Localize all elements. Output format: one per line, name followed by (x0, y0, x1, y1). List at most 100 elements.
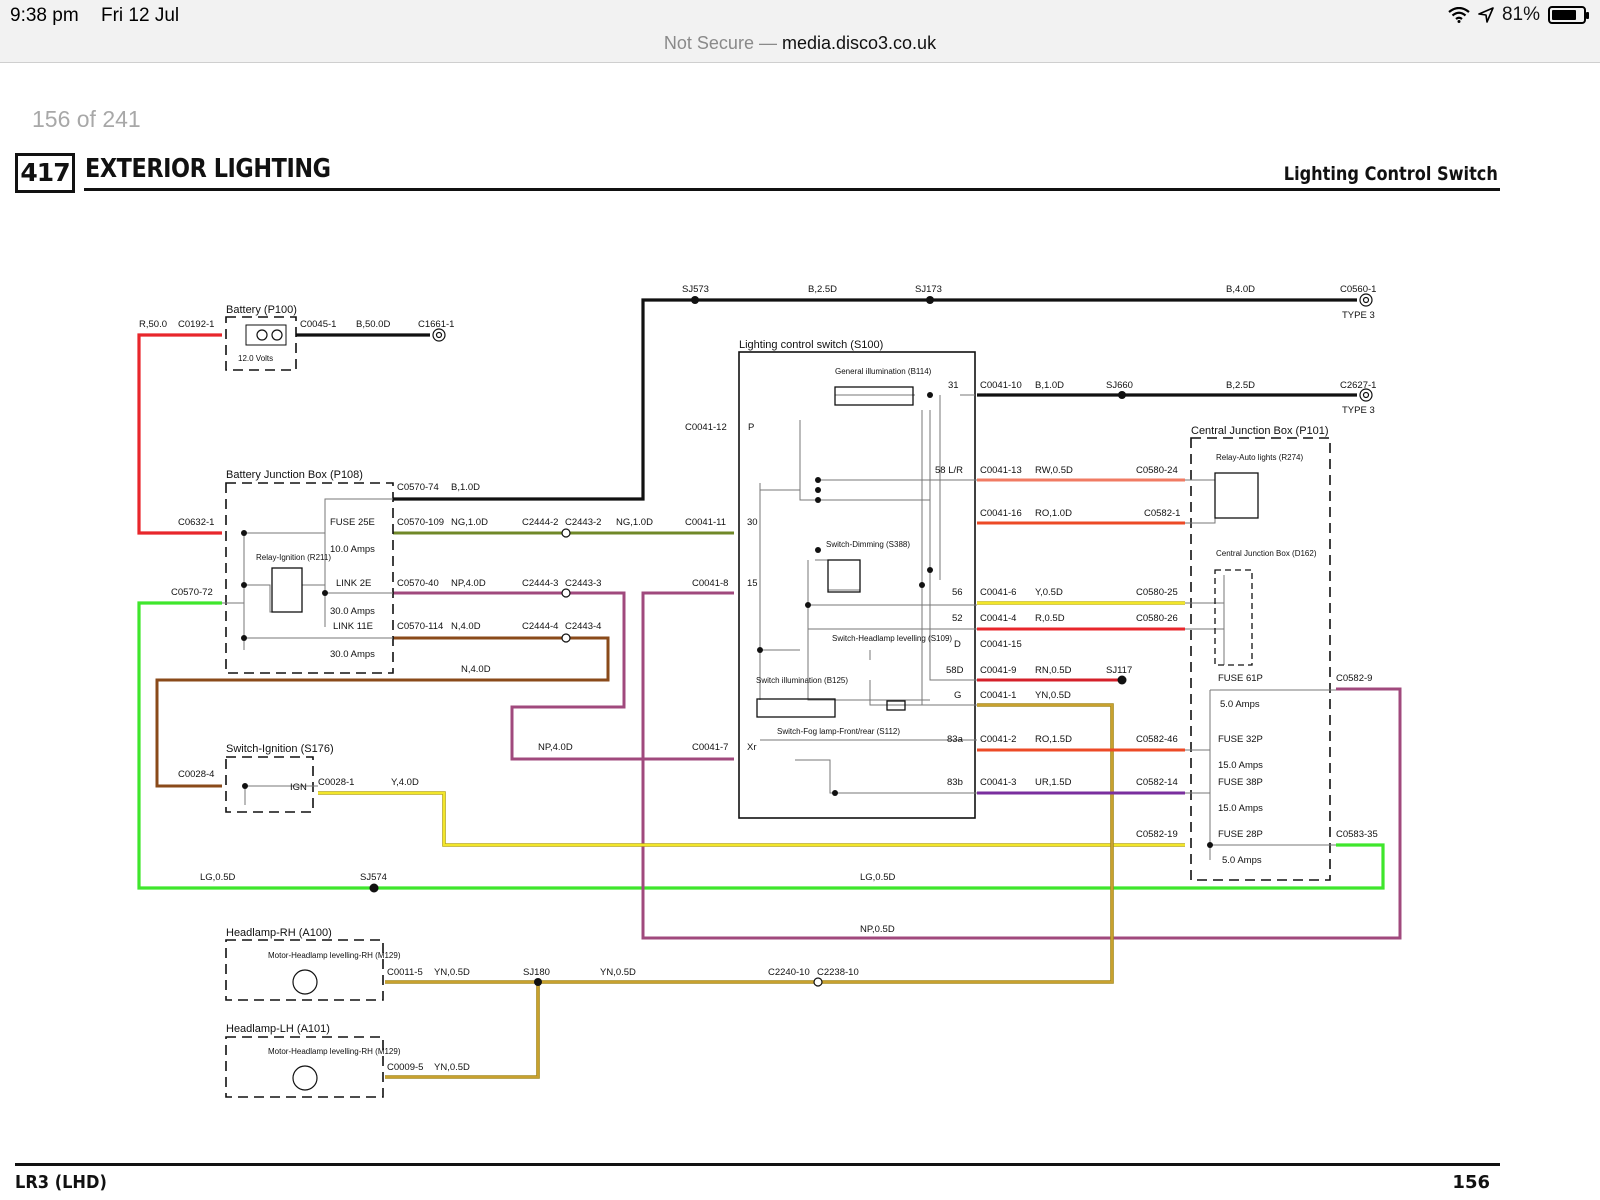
diagram-label-c0041-8: C0041-8 (692, 578, 728, 589)
battery-title: Battery (P100) (226, 304, 297, 316)
diagram-label-fuse-32p: FUSE 32P (1218, 734, 1263, 745)
diagram-shape (691, 296, 699, 304)
diagram-shape (241, 635, 247, 641)
diagram-label-fuse-38p-rating: 15.0 Amps (1218, 803, 1263, 814)
diagram-shape (271, 329, 283, 341)
diagram-label-c0041-6: C0041-6 (980, 587, 1016, 598)
diagram-shape (1214, 472, 1259, 519)
diagram-label-c0582-14: C0582-14 (1136, 777, 1178, 788)
diagram-label-p52: 52 (952, 613, 963, 624)
diagram-label-sj173: SJ173 (915, 284, 942, 295)
diagram-label-pG: G (954, 690, 961, 701)
diagram-label-c0041-15: C0041-15 (980, 639, 1022, 650)
diagram-label-c0570-109: C0570-109 (397, 517, 444, 528)
diagram-shape (815, 487, 821, 493)
diagram-label-link-11e: LINK 11E (333, 621, 373, 632)
diagram-label-voltage: 12.0 Volts (238, 354, 273, 363)
diagram-label-p15: 15 (747, 578, 758, 589)
diagram-label-sj574: SJ574 (360, 872, 387, 883)
diagram-label-c0582-46: C0582-46 (1136, 734, 1178, 745)
diagram-label-c2444-4: C2444-4 (522, 621, 558, 632)
diagram-label-ro10d: RO,1.0D (1035, 508, 1072, 519)
diagram-shape (292, 969, 318, 995)
diagram-label-c0570-114: C0570-114 (397, 621, 443, 632)
diagram-label-type3-b: TYPE 3 (1342, 405, 1375, 416)
diagram-label-switch-illum: Switch illumination (B125) (756, 676, 848, 685)
diagram-shape (369, 883, 379, 893)
diagram-label-c0041-1: C0041-1 (980, 690, 1016, 701)
diagram-shape (561, 528, 571, 538)
diagram-shape (815, 497, 821, 503)
diagram-shape (271, 567, 303, 613)
diagram-label-rn05d: RN,0.5D (1035, 665, 1072, 676)
diagram-shape (1214, 569, 1253, 666)
diagram-label-yn05d-d: YN,0.5D (434, 1062, 470, 1073)
diagram-label-c0580-25: C0580-25 (1136, 587, 1178, 598)
diagram-label-p31: 31 (948, 380, 959, 391)
headlamp-rh-title: Headlamp-RH (A100) (226, 927, 332, 939)
diagram-label-pD: D (954, 639, 961, 650)
diagram-shape (1207, 842, 1213, 848)
diagram-shape (561, 633, 571, 643)
diagram-label-sj573: SJ573 (682, 284, 709, 295)
diagram-label-c0028-4: C0028-4 (178, 769, 214, 780)
diagram-label-fuse-25e-rating: 10.0 Amps (330, 544, 375, 555)
cjb-title: Central Junction Box (P101) (1191, 425, 1329, 437)
diagram-label-p56: 56 (952, 587, 963, 598)
diagram-label-p30: 30 (747, 517, 758, 528)
diagram-label-lg05d-b: LG,0.5D (860, 872, 896, 883)
diagram-label-c2444-2: C2444-2 (522, 517, 558, 528)
diagram-label-fuse-28p: FUSE 28P (1218, 829, 1263, 840)
diagram-label-c0041-12: C0041-12 (685, 422, 727, 433)
diagram-label-relay-auto: Relay-Auto lights (R274) (1216, 453, 1303, 462)
diagram-shape (242, 783, 248, 789)
diagram-label-c0041-11: C0041-11 (685, 517, 726, 528)
diagram-label-c0583-35: C0583-35 (1336, 829, 1378, 840)
diagram-label-xr: Xr (747, 742, 757, 753)
wire-n-brown (155, 636, 610, 788)
diagram-label-r05d: R,0.5D (1035, 613, 1065, 624)
diagram-label-c0041-2: C0041-2 (980, 734, 1016, 745)
diagram-label-motor: Motor-Headlamp levelling-RH (M129) (268, 1047, 401, 1056)
diagram-shape (241, 582, 247, 588)
diagram-label-n40d-b: N,4.0D (461, 664, 491, 675)
diagram-label-np40d-b: NP,4.0D (538, 742, 573, 753)
diagram-label-np05d: NP,0.5D (860, 924, 895, 935)
diagram-label-ro15d: RO,1.5D (1035, 734, 1072, 745)
diagram-shape (756, 698, 836, 718)
wire-y-ign (318, 791, 1185, 847)
diagram-shape (834, 386, 914, 406)
diagram-label-c0009-5: C0009-5 (387, 1062, 423, 1073)
diagram-label-cjb-d162: Central Junction Box (D162) (1216, 549, 1317, 558)
diagram-shape (1362, 296, 1370, 304)
diagram-label-p83b: 83b (947, 777, 963, 788)
diagram-label-c0570-72: C0570-72 (171, 587, 213, 598)
diagram-label-sj660: SJ660 (1106, 380, 1133, 391)
diagram-label-yn05d-c: YN,0.5D (600, 967, 636, 978)
diagram-label-b10d-bjb: B,1.0D (451, 482, 480, 493)
label-r50: R,50.0 (139, 319, 167, 330)
diagram-label-type3-a: TYPE 3 (1342, 310, 1375, 321)
diagram-shape (815, 559, 861, 591)
diagram-shape (241, 530, 247, 536)
diagram-label-general-illum: General illumination (B114) (835, 367, 932, 376)
diagram-label-c0582-19: C0582-19 (1136, 829, 1178, 840)
footer-rule (15, 1163, 1500, 1166)
headlamp-lh-title: Headlamp-LH (A101) (226, 1023, 330, 1035)
diagram-label-lg05d: LG,0.5D (200, 872, 236, 883)
diagram-label-c0580-26: C0580-26 (1136, 613, 1178, 624)
diagram-label-b40d: B,4.0D (1226, 284, 1255, 295)
diagram-label-c0192-1: C0192-1 (178, 319, 214, 330)
diagram-label-fog-switch: Switch-Fog lamp-Front/rear (S112) (777, 727, 900, 736)
diagram-label-c0582-1: C0582-1 (1144, 508, 1180, 519)
diagram-label-rw05d: RW,0.5D (1035, 465, 1073, 476)
diagram-label-c2443-2: C2443-2 (565, 517, 601, 528)
diagram-label-headlamp-levelling: Switch-Headlamp levelling (S109) (832, 634, 952, 643)
diagram-label-motor: Motor-Headlamp levelling-RH (M129) (268, 951, 401, 960)
diagram-label-c0041-10: C0041-10 (980, 380, 1022, 391)
diagram-label-link-11e-rating: 30.0 Amps (330, 649, 375, 660)
diagram-shape (927, 392, 933, 398)
diagram-label-np40d: NP,4.0D (451, 578, 486, 589)
diagram-label-sj117: SJ117 (1106, 665, 1132, 676)
diagram-label-c0560-1: C0560-1 (1340, 284, 1376, 295)
